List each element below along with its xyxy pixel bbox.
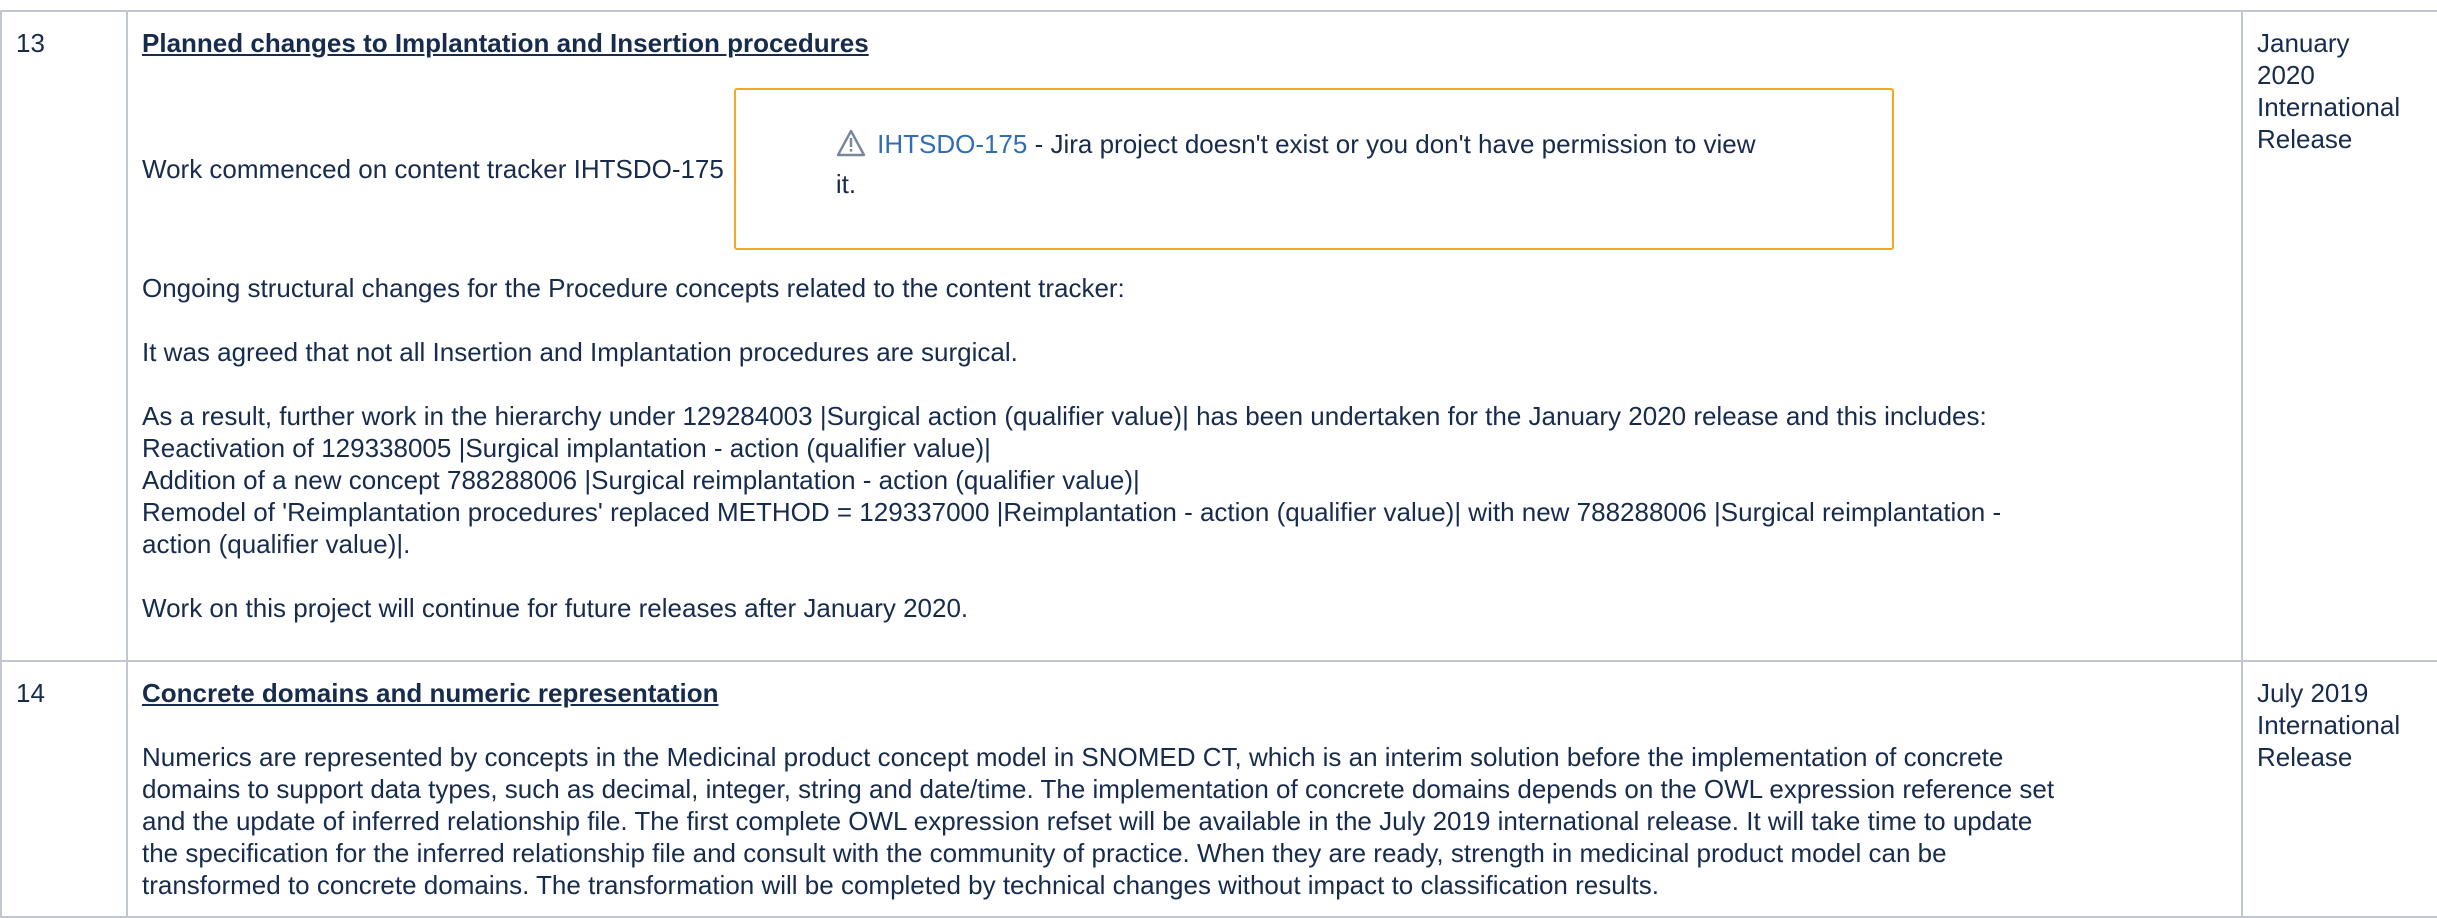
warning-icon: [836, 129, 877, 159]
release-cell: January 2020 International Release: [2241, 10, 2437, 662]
tracker-text: Work commenced on content tracker IHTSDO…: [142, 154, 724, 184]
paragraph: Ongoing structural changes for the Proce…: [142, 273, 1125, 303]
jira-message: - Jira project doesn't exist or you don'…: [1027, 129, 1756, 159]
row-number: 14: [0, 660, 128, 918]
release-line: Release: [2257, 124, 2353, 154]
roadmap-table: 13 Planned changes to Implantation and I…: [0, 10, 2437, 918]
body-block: Numerics are represented by concepts in …: [142, 741, 2227, 901]
table-row: 14 Concrete domains and numeric represen…: [0, 660, 2437, 918]
release-line: 2020: [2257, 60, 2315, 90]
result-block: As a result, further work in the hierarc…: [142, 400, 2227, 560]
row-title: Planned changes to Implantation and Inse…: [142, 28, 869, 58]
row-title: Concrete domains and numeric representat…: [142, 678, 719, 708]
jira-issue-link[interactable]: IHTSDO-175: [877, 129, 1027, 159]
text-line: Addition of a new concept 788288006 |Sur…: [142, 465, 1140, 495]
row-content: Planned changes to Implantation and Inse…: [126, 10, 2243, 662]
tracker-row: Work commenced on content tracker IHTSDO…: [142, 86, 2227, 252]
closing-paragraph: Work on this project will continue for f…: [142, 593, 969, 623]
table-row: 13 Planned changes to Implantation and I…: [0, 10, 2437, 662]
jira-issue-macro: IHTSDO-175 - Jira project doesn't exist …: [733, 88, 1894, 250]
text-line: Reactivation of 129338005 |Surgical impl…: [142, 433, 991, 463]
release-line: Release: [2257, 742, 2353, 772]
row-content: Concrete domains and numeric representat…: [126, 660, 2243, 918]
release-cell: July 2019 International Release: [2241, 660, 2437, 918]
text-line: action (qualifier value)|.: [142, 529, 411, 559]
text-line: As a result, further work in the hierarc…: [142, 401, 1987, 431]
release-line: July 2019: [2257, 678, 2369, 708]
text-line: transformed to concrete domains. The tra…: [142, 870, 1659, 900]
release-line: January: [2257, 28, 2350, 58]
text-line: and the update of inferred relationship …: [142, 806, 2033, 836]
text-line: domains to support data types, such as d…: [142, 774, 2055, 804]
text-line: the specification for the inferred relat…: [142, 838, 1947, 868]
release-line: International: [2257, 92, 2401, 122]
jira-message-continued: it.: [835, 169, 857, 199]
row-number: 13: [0, 10, 128, 662]
release-line: International: [2257, 710, 2401, 740]
paragraph: It was agreed that not all Insertion and…: [142, 337, 1018, 367]
text-line: Numerics are represented by concepts in …: [142, 742, 2004, 772]
text-line: Remodel of 'Reimplantation procedures' r…: [142, 497, 2002, 527]
